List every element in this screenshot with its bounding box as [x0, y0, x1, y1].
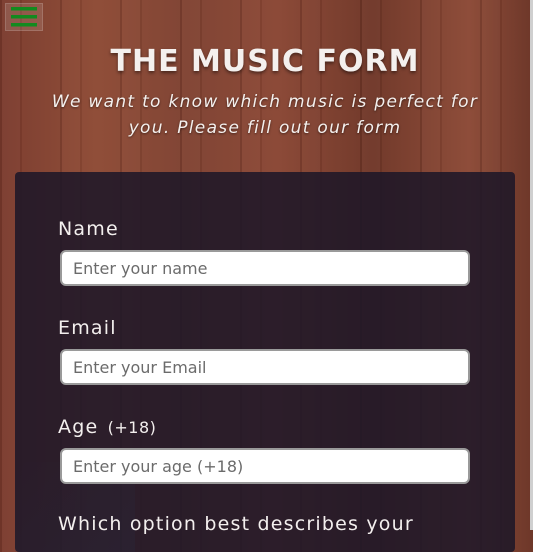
age-field[interactable]	[60, 448, 470, 484]
email-field[interactable]	[60, 349, 470, 385]
name-label: Name	[58, 218, 119, 240]
page-title: THE MUSIC FORM	[110, 44, 420, 79]
page-subtitle: We want to know which music is perfect f…	[51, 92, 479, 138]
age-note: (+18)	[107, 418, 157, 437]
question-label: Which option best describes your	[58, 513, 414, 535]
form-panel: Name Email Age (+18) Which option best d…	[15, 172, 515, 552]
name-field[interactable]	[60, 250, 470, 286]
email-label: Email	[58, 317, 117, 339]
menu-button[interactable]	[5, 3, 43, 31]
hamburger-icon	[11, 6, 37, 28]
header: THE MUSIC FORM We want to know which mus…	[0, 44, 530, 141]
age-label: Age (+18)	[58, 416, 157, 438]
